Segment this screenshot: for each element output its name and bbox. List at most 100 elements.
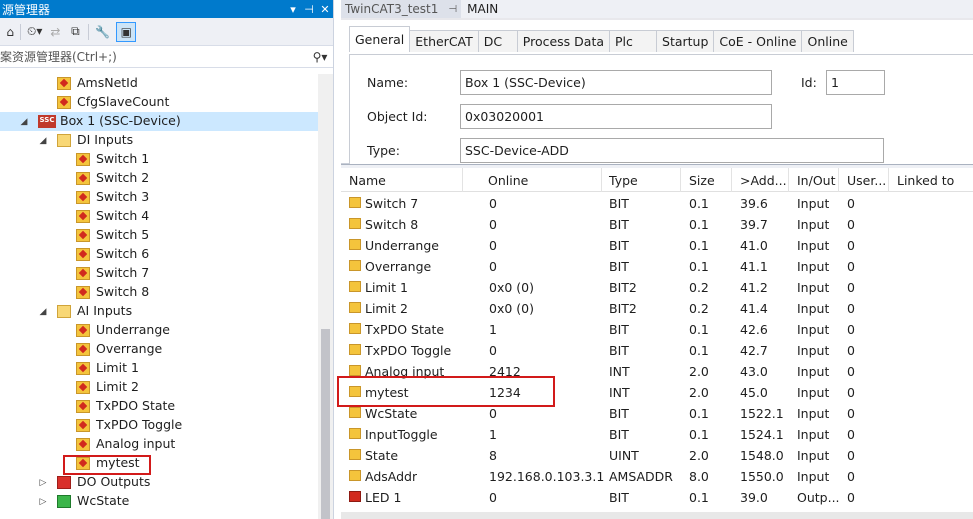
search-box[interactable]: 案资源管理器(Ctrl+;) ⚲▾ [0, 46, 333, 68]
tree-item[interactable]: CfgSlaveCount [0, 93, 318, 112]
column-header-size[interactable]: Size [681, 168, 732, 192]
table-row[interactable]: Limit 2 0x0 (0) BIT2 0.2 41.4 Input 0 [341, 298, 973, 319]
cell-online: 0 [489, 343, 497, 358]
column-header-online[interactable]: Online [480, 168, 602, 192]
sync-icon[interactable]: ⇄ [48, 22, 62, 42]
cell-inout: Input [797, 301, 830, 316]
collapse-all-icon[interactable]: ⧉ [68, 22, 82, 42]
cell-user: 0 [847, 217, 855, 232]
doc-tab-twincat3-test1[interactable]: TwinCAT3_test1 ⊣ [341, 0, 462, 18]
pin-icon[interactable]: ⊣ [448, 4, 457, 15]
splitter[interactable] [341, 164, 973, 165]
tree-item[interactable]: ▷ DO Outputs [0, 473, 318, 492]
cell-online: 8 [489, 448, 497, 463]
cell-addr: 45.0 [740, 385, 768, 400]
table-row[interactable]: InputToggle 1 BIT 0.1 1524.1 Input 0 [341, 424, 973, 445]
tab-plc[interactable]: Plc [609, 30, 658, 52]
doc-tab-main[interactable]: MAIN [461, 0, 502, 18]
table-row[interactable]: State 8 UINT 2.0 1548.0 Input 0 [341, 445, 973, 466]
tree-item[interactable]: Limit 1 [0, 359, 318, 378]
table-row[interactable]: AdsAddr 192.168.0.103.3.1... AMSADDR 8.0 155… [341, 466, 973, 487]
cell-type: BIT2 [609, 301, 637, 316]
tree-item[interactable]: Switch 6 [0, 245, 318, 264]
close-icon[interactable]: ✕ [317, 3, 333, 16]
highlight-box-grid-mytest [337, 376, 555, 407]
tree-item[interactable]: Switch 1 [0, 150, 318, 169]
table-row[interactable]: Underrange 0 BIT 0.1 41.0 Input 0 [341, 235, 973, 256]
tree-item[interactable]: Switch 4 [0, 207, 318, 226]
column-header-type[interactable]: Type [601, 168, 681, 192]
tree-item[interactable]: Limit 2 [0, 378, 318, 397]
tree-item-label: DI Inputs [77, 132, 134, 147]
tree-item[interactable]: TxPDO State [0, 397, 318, 416]
search-input[interactable]: 案资源管理器(Ctrl+;) [0, 48, 307, 65]
column-header-inout[interactable]: In/Out [789, 168, 839, 192]
id-label: Id: [801, 75, 817, 90]
tree-item[interactable]: Switch 7 [0, 264, 318, 283]
preview-toggle-icon[interactable]: ▣ [116, 21, 137, 42]
expand-arrow-icon[interactable]: ▷ [37, 497, 49, 507]
tree-item[interactable]: Switch 3 [0, 188, 318, 207]
tree-item-label: DO Outputs [77, 474, 151, 489]
history-icon[interactable]: ⏲▾ [27, 22, 42, 42]
column-header-address[interactable]: >Add... [732, 168, 789, 192]
tab-process-data[interactable]: Process Data [516, 30, 611, 52]
table-row[interactable]: Overrange 0 BIT 0.1 41.1 Input 0 [341, 256, 973, 277]
tree-item[interactable]: Switch 2 [0, 169, 318, 188]
variable-icon [76, 153, 90, 166]
grid-horizontal-scrollbar[interactable] [341, 512, 973, 519]
folder-icon [57, 134, 71, 147]
tab-ethercat[interactable]: EtherCAT [409, 30, 479, 52]
table-row[interactable]: Switch 7 0 BIT 0.1 39.6 Input 0 [341, 193, 973, 214]
table-row[interactable]: TxPDO Toggle 0 BIT 0.1 42.7 Input 0 [341, 340, 973, 361]
tree-item[interactable]: ▷ WcState [0, 492, 318, 511]
tab-general[interactable]: General [349, 26, 411, 52]
tree-item[interactable]: mytest [0, 454, 318, 473]
column-header-linked-to[interactable]: Linked to [889, 168, 973, 192]
cell-addr: 39.6 [740, 196, 768, 211]
collapse-arrow-icon[interactable]: ◢ [18, 117, 30, 127]
tab-coe-online[interactable]: CoE - Online [713, 30, 803, 52]
tree-item[interactable]: ◢ AI Inputs [0, 302, 318, 321]
tree-item[interactable]: AmsNetId [0, 74, 318, 93]
tree-item[interactable]: Analog input [0, 435, 318, 454]
table-row[interactable]: Limit 1 0x0 (0) BIT2 0.2 41.2 Input 0 [341, 277, 973, 298]
pin-icon[interactable]: ⊣ [301, 3, 317, 16]
tree-item[interactable]: Switch 8 [0, 283, 318, 302]
collapse-arrow-icon[interactable]: ◢ [37, 136, 49, 146]
dropdown-arrow-icon[interactable]: ▾ [285, 3, 301, 16]
column-header-name[interactable]: Name [341, 168, 463, 192]
tab-online[interactable]: Online [801, 30, 854, 52]
scrollbar-thumb[interactable] [321, 329, 330, 519]
type-field[interactable]: SSC-Device-ADD [460, 138, 884, 163]
collapse-arrow-icon[interactable]: ◢ [37, 307, 49, 317]
tree-vertical-scrollbar[interactable] [318, 74, 333, 519]
solution-explorer-toolbar: ⌂ ⏲▾ ⇄ ⧉ 🔧 ▣ [0, 18, 333, 46]
id-field[interactable]: 1 [826, 70, 885, 95]
cell-size: 0.2 [689, 301, 709, 316]
expand-arrow-icon[interactable]: ▷ [37, 478, 49, 488]
table-row[interactable]: Switch 8 0 BIT 0.1 39.7 Input 0 [341, 214, 973, 235]
tree-item[interactable]: Underrange [0, 321, 318, 340]
tree-item[interactable]: Overrange [0, 340, 318, 359]
tab-startup[interactable]: Startup [656, 30, 715, 52]
properties-wrench-icon[interactable]: 🔧 [95, 22, 110, 42]
tree-item-label: Switch 4 [96, 208, 150, 223]
cell-inout: Input [797, 259, 830, 274]
cell-addr: 39.7 [740, 217, 768, 232]
tree-item[interactable]: ◢ SSC Box 1 (SSC-Device) [0, 112, 318, 131]
input-var-icon [349, 260, 361, 271]
table-row[interactable]: TxPDO State 1 BIT 0.1 42.6 Input 0 [341, 319, 973, 340]
tree-item[interactable]: Switch 5 [0, 226, 318, 245]
home-icon[interactable]: ⌂ [0, 22, 14, 42]
toolbar-separator [20, 23, 21, 40]
cell-name: Limit 1 [365, 280, 408, 295]
table-row[interactable]: LED 1 0 BIT 0.1 39.0 Outp... 0 [341, 487, 973, 508]
tab-dc[interactable]: DC [477, 30, 518, 52]
name-field[interactable]: Box 1 (SSC-Device) [460, 70, 772, 95]
tree-item[interactable]: TxPDO Toggle [0, 416, 318, 435]
tree-item[interactable]: ◢ DI Inputs [0, 131, 318, 150]
search-icon[interactable]: ⚲▾ [307, 50, 333, 64]
objectid-field[interactable]: 0x03020001 [460, 104, 772, 129]
column-header-user[interactable]: User... [839, 168, 889, 192]
